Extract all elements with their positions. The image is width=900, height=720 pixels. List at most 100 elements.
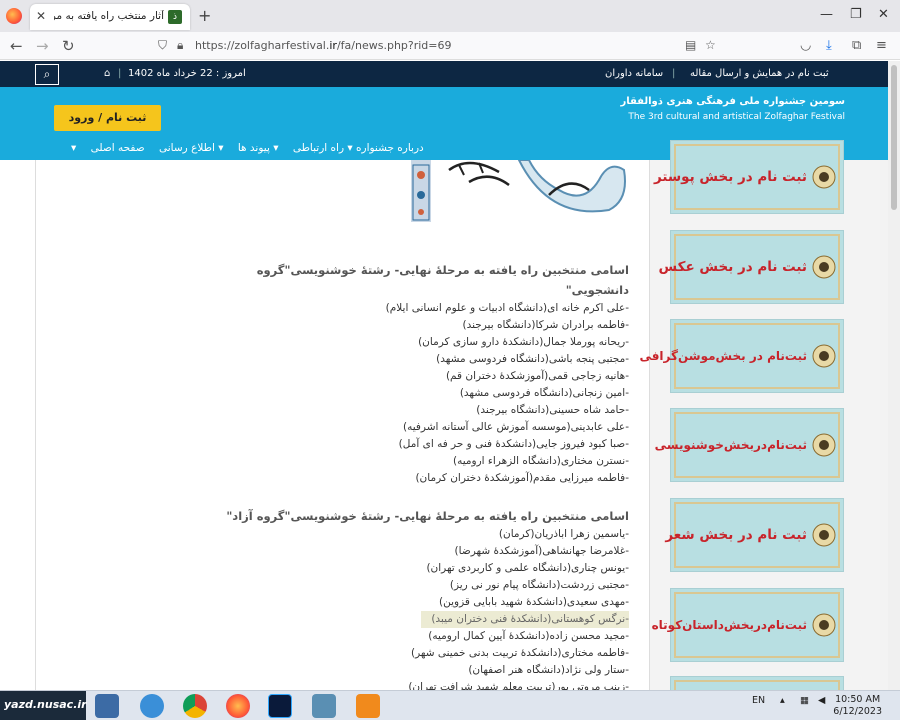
- clock-date: 6/12/2023: [833, 706, 882, 717]
- start-button[interactable]: yazd.nusac.ir: [0, 691, 87, 720]
- volume-icon[interactable]: ◀: [818, 695, 825, 706]
- minimize-icon[interactable]: —: [820, 7, 833, 22]
- photoshop-icon[interactable]: [268, 694, 292, 718]
- list-item: -مجید محسن زاده(دانشکدهٔ آیین کمال ارومی…: [428, 630, 629, 642]
- home-icon[interactable]: ⌂: [104, 68, 110, 79]
- list-item: -ریحانه پورملا جمال(دانشکدهٔ دارو سازی ک…: [418, 336, 629, 348]
- main-content: اسامی منتخبین راه یافته به مرحلهٔ نهایی-…: [35, 160, 650, 693]
- app-icon[interactable]: [356, 694, 380, 718]
- list-item: -علی عابدینی(موسسه آموزش عالی آستانه اشر…: [403, 421, 629, 433]
- site-title-en[interactable]: The 3rd cultural and artistical Zolfagha…: [628, 112, 845, 122]
- list-item: -ستار ولی نژاد(دانشگاه هنر اصفهان): [468, 664, 629, 676]
- list-item: -حامد شاه حسینی(دانشگاه بیرجند): [476, 404, 629, 416]
- close-tab-icon[interactable]: ✕: [36, 9, 46, 23]
- tray-arrow-icon[interactable]: ▴: [780, 695, 785, 706]
- banner-label: ثبت نام در بخش شعر: [665, 527, 807, 543]
- list-item: -مجتبی پنجه باشی(دانشگاه فردوسی مشهد): [436, 353, 629, 365]
- media-player-icon[interactable]: [95, 694, 119, 718]
- reader-view-icon[interactable]: ▤: [685, 38, 696, 52]
- pocket-icon[interactable]: ◡: [800, 38, 811, 53]
- today-date: امروز : 22 خرداد ماه 1402: [128, 68, 246, 79]
- list-item: -فاطمه برادران شرکا(دانشگاه بیرجند): [462, 319, 629, 331]
- banner-label: ثبت‌نام‌در‌بخش‌داستان‌کوتاه: [651, 618, 807, 632]
- menu-item-links[interactable]: ▾ پیوند ها: [238, 142, 279, 154]
- url-text[interactable]: https://zolfagharfestival.ir/fa/news.php…: [195, 39, 452, 52]
- maximize-icon[interactable]: ❐: [850, 7, 862, 22]
- site-favicon: ذ: [168, 10, 182, 24]
- hamburger-menu-icon[interactable]: ≡: [876, 38, 887, 53]
- section-heading-students: اسامی منتخبین راه یافته به مرحلهٔ نهایی-…: [256, 263, 629, 297]
- article-body: اسامی منتخبین راه یافته به مرحلهٔ نهایی-…: [209, 260, 629, 696]
- list-item: -صبا کبود فیروز جایی(دانشکدهٔ فنی و حر ف…: [398, 438, 629, 450]
- list-item: -نسترن مختاری(دانشگاه الزهراء ارومیه): [453, 455, 629, 467]
- firefox-menu-icon[interactable]: [6, 8, 22, 24]
- page-scrollbar[interactable]: [888, 61, 900, 690]
- banner-label: ثبت‌نام در بخش‌موشن‌گرافی: [639, 349, 807, 363]
- register-submit-link[interactable]: ثبت نام در همایش و ارسال مقاله: [690, 68, 829, 79]
- list-item: -فاطمه میرزایی مقدم(آموزشکدهٔ دختران کرم…: [415, 472, 629, 484]
- list-item: -یونس چناری(دانشگاه علمی و کاربردی تهران…: [426, 562, 629, 574]
- window-app-icon[interactable]: [312, 694, 336, 718]
- list-item: -یاسمین زهرا اباذریان(کرمان): [498, 528, 629, 540]
- register-login-button[interactable]: ثبت نام / ورود: [54, 105, 161, 131]
- motion-graphic-register-banner[interactable]: ثبت‌نام در بخش‌موشن‌گرافی: [639, 319, 844, 393]
- extensions-icon[interactable]: ⧉: [852, 38, 861, 53]
- list-item: -فاطمه مختاری(دانشکدهٔ تربیت بدنی خمینی …: [410, 647, 629, 659]
- browser-tab[interactable]: ذ آثار منتخب راه یافته به مرحلهٔ نهایی ✕: [30, 4, 190, 30]
- menu-item-news[interactable]: ▾ اطلاع رسانی: [159, 142, 224, 154]
- start-label: yazd.nusac.ir: [4, 698, 87, 711]
- sidebar: ثبت نام در بخش پوستر ثبت نام در بخش عکس …: [639, 140, 888, 706]
- chrome-icon[interactable]: [183, 694, 207, 718]
- section-heading-free: اسامی منتخبین راه یافته به مرحلهٔ نهایی-…: [226, 509, 629, 523]
- close-window-icon[interactable]: ✕: [878, 7, 889, 22]
- site-title[interactable]: سومین جشنواره ملی فرهنگی هنری ذوالفقار: [620, 96, 845, 107]
- internet-explorer-icon[interactable]: [140, 694, 164, 718]
- calligraphy-banner-image: [411, 160, 626, 222]
- list-item: -غلامرضا جهانشاهی(آموزشکدهٔ شهرضا): [454, 545, 629, 557]
- address-bar[interactable]: ⛉ 🔒︎ https://zolfagharfestival.ir/fa/new…: [150, 35, 725, 57]
- firefox-icon[interactable]: [226, 694, 250, 718]
- banner-label: ثبت نام در بخش عکس: [658, 259, 807, 275]
- ornament-icon: [812, 613, 836, 637]
- ornament-icon: [812, 165, 836, 189]
- site-top-strip: ⌕ ⌂ | امروز : 22 خرداد ماه 1402 سامانه د…: [0, 61, 888, 87]
- judges-system-link[interactable]: سامانه داوران: [605, 68, 663, 79]
- poster-register-banner[interactable]: ثبت نام در بخش پوستر: [654, 140, 844, 214]
- system-clock[interactable]: 10:50 AM 6/12/2023: [833, 694, 882, 718]
- highlighted-list-item: -نرگس کوهستانی(دانشکدهٔ فنی دختران میبد): [421, 611, 629, 628]
- reload-icon[interactable]: ↻: [62, 37, 75, 55]
- banner-label: ثبت‌نام‌در‌بخش‌خوشنویسی: [654, 438, 807, 452]
- network-icon[interactable]: ▦: [800, 695, 809, 706]
- new-tab-icon[interactable]: +: [198, 6, 211, 25]
- browser-tab-bar: ذ آثار منتخب راه یافته به مرحلهٔ نهایی ✕…: [0, 0, 900, 32]
- lock-icon[interactable]: 🔒︎: [177, 38, 183, 53]
- poetry-register-banner[interactable]: ثبت نام در بخش شعر: [665, 498, 844, 572]
- photo-register-banner[interactable]: ثبت نام در بخش عکس: [659, 230, 844, 304]
- menu-item-contact[interactable]: ▾ راه ارتباطی: [293, 142, 353, 154]
- short-story-register-banner[interactable]: ثبت‌نام‌در‌بخش‌داستان‌کوتاه: [652, 588, 844, 662]
- main-menu: ▾ درباره جشنواره ▾ راه ارتباطی ▾ پیوند ه…: [60, 142, 424, 154]
- ornament-icon: [812, 523, 836, 547]
- ornament-icon: [812, 344, 836, 368]
- bookmark-star-icon[interactable]: ☆: [705, 38, 716, 52]
- list-item: -مجتبی زردشت(دانشگاه پیام نور نی ریز): [449, 579, 629, 591]
- tab-title: آثار منتخب راه یافته به مرحلهٔ نهایی: [54, 10, 164, 22]
- banner-label: ثبت نام در بخش پوستر: [653, 169, 807, 185]
- windows-taskbar: yazd.nusac.ir EN ▴ ▦ ◀ 10:50 AM 6/12/202…: [0, 690, 900, 720]
- list-item: -امین زنجانی(دانشگاه فردوسی مشهد): [459, 387, 629, 399]
- browser-nav-bar: ← → ↻ ⛉ 🔒︎ https://zolfagharfestival.ir/…: [0, 32, 900, 60]
- menu-item-home[interactable]: صفحه اصلی: [91, 142, 145, 154]
- calligraphy-register-banner[interactable]: ثبت‌نام‌در‌بخش‌خوشنویسی: [655, 408, 844, 482]
- list-item: -هانیه زجاجی قمی(آموزشکدهٔ دختران قم): [445, 370, 629, 382]
- list-item: -علی اکرم خانه ای(دانشگاه ادبیات و علوم …: [385, 302, 629, 314]
- ornament-icon: [812, 433, 836, 457]
- forward-icon[interactable]: →: [36, 37, 49, 55]
- scrollbar-thumb[interactable]: [891, 65, 897, 210]
- shield-icon[interactable]: ⛉: [158, 38, 167, 53]
- ornament-icon: [812, 255, 836, 279]
- list-item: -مهدی سعیدی(دانشکدهٔ شهید بابایی قزوین): [438, 596, 629, 608]
- language-indicator[interactable]: EN: [752, 695, 765, 706]
- back-icon[interactable]: ←: [10, 37, 23, 55]
- search-icon[interactable]: ⌕: [35, 64, 59, 85]
- downloads-icon[interactable]: ⤓: [826, 38, 832, 53]
